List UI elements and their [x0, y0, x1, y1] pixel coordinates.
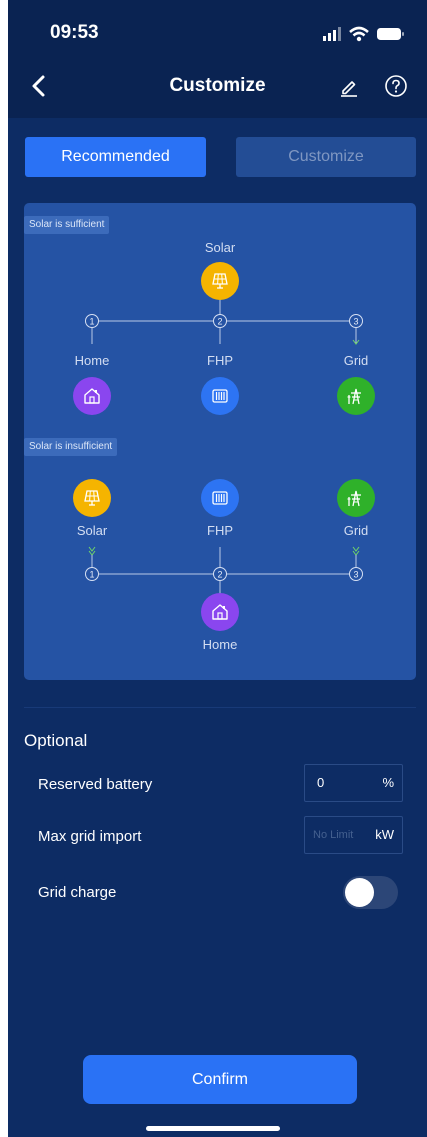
grid-charge-label: Grid charge: [38, 884, 117, 901]
node-label-home: Home: [202, 637, 238, 652]
pencil-icon: [341, 81, 357, 97]
node-label-grid: Grid: [343, 523, 369, 538]
max-grid-import-input[interactable]: No Limit kW: [304, 816, 403, 854]
home-icon: [84, 388, 100, 404]
energy-priority-diagram: 1 2 3 1 2 3 Solar is sufficient Solar Ho…: [24, 203, 416, 680]
grid-node: [337, 377, 375, 415]
svg-text:2: 2: [217, 570, 222, 580]
divider: [24, 707, 416, 708]
max-grid-import-label: Max grid import: [38, 828, 142, 845]
solar-panel-icon: [212, 273, 228, 289]
svg-text:2: 2: [217, 317, 222, 327]
step-marker: 3: [349, 567, 363, 581]
max-grid-import-placeholder: No Limit: [313, 829, 354, 841]
svg-text:1: 1: [89, 570, 94, 580]
status-time: 09:53: [50, 22, 99, 43]
step-marker: 3: [349, 314, 363, 328]
edit-button[interactable]: [338, 76, 360, 98]
step-marker: 2: [213, 314, 227, 328]
node-label-home: Home: [74, 353, 110, 368]
node-label-solar: Solar: [204, 240, 236, 255]
solar-node: [73, 479, 111, 517]
page-title: Customize: [169, 75, 266, 96]
max-grid-import-unit: kW: [375, 827, 394, 842]
node-label-fhp: FHP: [207, 353, 233, 368]
heat-pump-icon: [212, 389, 228, 403]
toggle-knob: [345, 878, 374, 907]
reserved-battery-input[interactable]: 0 %: [304, 764, 403, 802]
reserved-battery-value: 0: [317, 775, 325, 790]
step-marker: 2: [213, 567, 227, 581]
home-icon: [212, 604, 228, 620]
step-marker: 1: [85, 314, 99, 328]
grid-charge-toggle[interactable]: [343, 876, 398, 909]
heat-pump-icon: [212, 491, 228, 505]
node-label-solar: Solar: [76, 523, 108, 538]
fhp-node: [201, 377, 239, 415]
scenario-tag-insufficient: Solar is insufficient: [24, 438, 118, 456]
confirm-button[interactable]: Confirm: [83, 1055, 357, 1104]
home-node: [201, 593, 239, 631]
tab-recommended[interactable]: Recommended: [25, 137, 206, 177]
app-screen: 09:53 Customize Recommended Customize 1 …: [8, 0, 427, 1137]
tab-customize[interactable]: Customize: [236, 137, 416, 177]
solar-node: [201, 262, 239, 300]
signal-wifi-battery-icon: [323, 26, 404, 42]
power-tower-icon: [347, 388, 361, 405]
solar-panel-icon: [84, 490, 100, 506]
reserved-battery-unit: %: [382, 775, 394, 790]
power-tower-icon: [347, 490, 361, 507]
fhp-node: [201, 479, 239, 517]
node-label-grid: Grid: [343, 353, 369, 368]
scenario-tag-sufficient: Solar is sufficient: [24, 216, 110, 234]
header: [8, 0, 427, 118]
section-title-optional: Optional: [24, 731, 88, 750]
home-indicator: [146, 1126, 280, 1131]
home-node: [73, 377, 111, 415]
node-label-fhp: FHP: [207, 523, 233, 538]
step-marker: 1: [85, 567, 99, 581]
svg-text:3: 3: [353, 570, 358, 580]
question-icon: [385, 75, 407, 97]
svg-text:1: 1: [89, 317, 94, 327]
svg-text:3: 3: [353, 317, 358, 327]
help-button[interactable]: [384, 74, 408, 98]
status-icons: [323, 24, 407, 44]
reserved-battery-label: Reserved battery: [38, 776, 153, 793]
grid-node: [337, 479, 375, 517]
